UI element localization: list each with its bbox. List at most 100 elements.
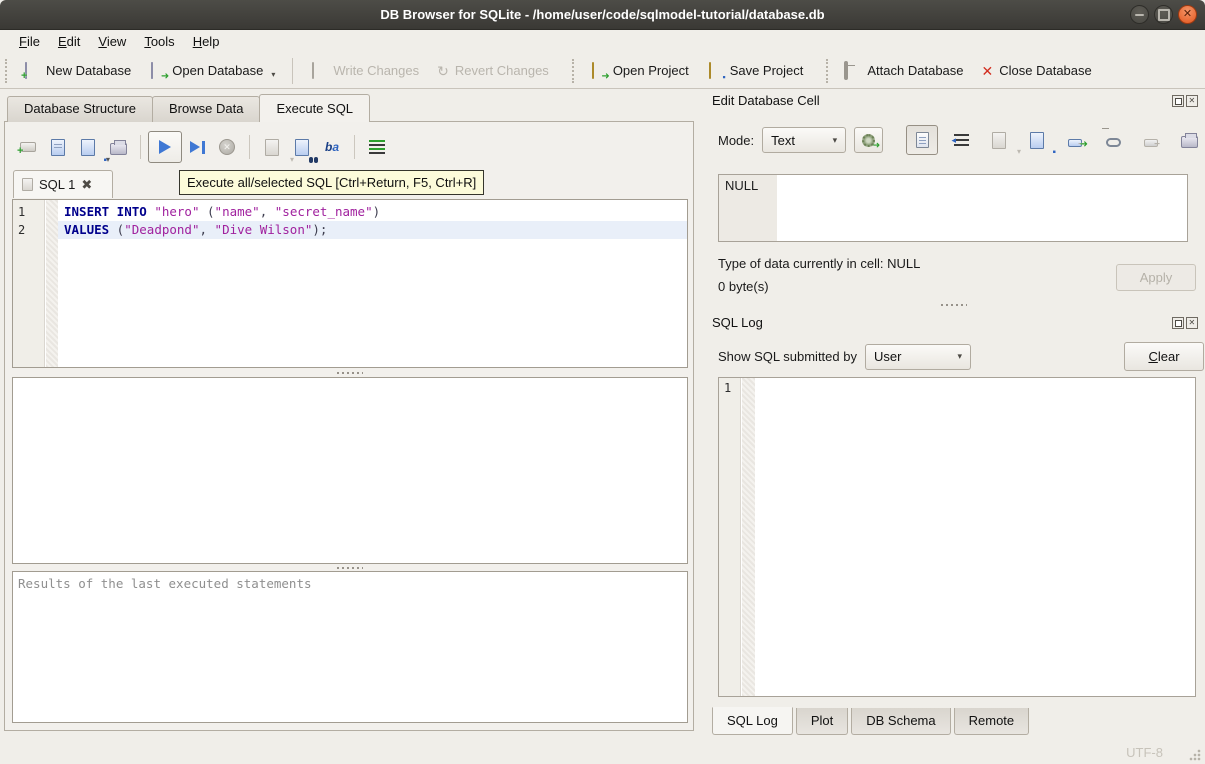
import-cell-data-button: ▾ <box>984 126 1014 154</box>
format-lines-icon <box>369 140 385 154</box>
close-panel-icon[interactable] <box>1186 95 1198 107</box>
toolbar-grip[interactable] <box>5 59 9 83</box>
tab-database-structure[interactable]: Database Structure <box>7 96 153 122</box>
log-line-gutter: 1 <box>719 378 741 696</box>
save-results-button: ▾ <box>257 132 287 162</box>
dock-tab-plot[interactable]: Plot <box>796 708 848 735</box>
mode-label: Mode: <box>718 133 754 148</box>
sql-log-filter-row: Show SQL submitted by User▾ Clear <box>718 342 1204 371</box>
dock-tab-db-schema[interactable]: DB Schema <box>851 708 950 735</box>
clear-log-button[interactable]: Clear <box>1124 342 1204 371</box>
export-cell-data-button[interactable]: ▪ <box>1022 126 1052 154</box>
menu-bar: File Edit View Tools Help <box>0 30 1205 53</box>
new-database-button[interactable]: + New Database <box>14 58 140 84</box>
results-placeholder-text: Results of the last executed statements <box>13 572 687 591</box>
auto-apply-button[interactable]: ➜ <box>854 127 883 153</box>
new-database-icon: + <box>23 63 40 79</box>
minimize-button[interactable] <box>1130 5 1149 24</box>
edit-cell-header: Edit Database Cell <box>712 93 1198 108</box>
open-project-icon: ➜ <box>590 63 607 79</box>
open-sql-file-button[interactable] <box>43 132 73 162</box>
cell-null-value: NULL <box>725 178 758 193</box>
status-bar: UTF-8 <box>0 740 1205 764</box>
float-panel-icon[interactable] <box>1172 95 1184 107</box>
format-sql-button[interactable] <box>362 132 392 162</box>
menu-help[interactable]: Help <box>184 32 229 51</box>
dock-tab-sql-log[interactable]: SQL Log <box>712 707 793 735</box>
open-database-button[interactable]: ➜ Open Database ▾ <box>140 58 284 84</box>
mode-select[interactable]: Text▾ <box>762 127 846 153</box>
execute-tooltip: Execute all/selected SQL [Ctrl+Return, F… <box>179 170 484 195</box>
cell-null-strip: NULL <box>719 175 777 241</box>
print-cell-button[interactable] <box>1174 126 1204 154</box>
tab-browse-data[interactable]: Browse Data <box>152 96 260 122</box>
float-panel-icon[interactable] <box>1172 317 1184 329</box>
tab-execute-sql[interactable]: Execute SQL <box>259 94 370 122</box>
menu-view[interactable]: View <box>89 32 135 51</box>
link-button[interactable] <box>1098 126 1128 154</box>
sql-code-editor[interactable]: 12 INSERT INTO "hero" ("name", "secret_n… <box>12 199 688 368</box>
code-line[interactable]: VALUES ("Deadpond", "Dive Wilson"); <box>58 221 687 239</box>
save-project-icon: ▪ <box>707 63 724 79</box>
sql-log-output[interactable]: 1 <box>718 377 1196 697</box>
close-sql-tab-icon[interactable]: ✖ <box>81 177 92 193</box>
find-replace-button[interactable] <box>287 132 317 162</box>
close-database-button[interactable]: ✕ Close Database <box>973 58 1101 84</box>
menu-tools[interactable]: Tools <box>135 32 183 51</box>
sql-doc-tab-label: SQL 1 <box>39 177 75 192</box>
sql-toolbar: + ▪▾ ✕ ▾ ba <box>13 130 392 164</box>
revert-changes-button: ↻ Revert Changes <box>428 58 558 84</box>
cell-value-editor[interactable]: NULL <box>718 174 1188 242</box>
results-grid-panel[interactable] <box>12 377 688 564</box>
resize-grip[interactable] <box>1189 748 1202 761</box>
open-database-icon: ➜ <box>149 63 166 79</box>
indent-icon <box>954 134 969 146</box>
title-bar[interactable]: DB Browser for SQLite - /home/user/code/… <box>0 0 1205 30</box>
right-dock: Edit Database Cell Mode: Text▾ ➜ ▾ ▪ ➜ <box>704 89 1205 740</box>
attach-database-button[interactable]: Attach Database <box>835 58 972 84</box>
toolbar-grip[interactable] <box>572 59 576 83</box>
results-message-panel[interactable]: Results of the last executed statements <box>12 571 688 723</box>
new-sql-tab-button[interactable]: + <box>13 132 43 162</box>
save-project-button[interactable]: ▪ Save Project <box>698 58 813 84</box>
execute-line-button[interactable] <box>182 132 212 162</box>
open-database-dropdown-arrow[interactable]: ▾ <box>271 70 275 79</box>
sql-document-tab[interactable]: SQL 1 ✖ <box>13 170 113 198</box>
window-title: DB Browser for SQLite - /home/user/code/… <box>380 7 824 22</box>
fold-margin <box>46 200 58 367</box>
print-sql-button[interactable] <box>103 132 133 162</box>
sql-doc-icon <box>22 178 33 191</box>
dock-tab-bar: SQL Log Plot DB Schema Remote <box>712 708 1032 735</box>
maximize-button[interactable] <box>1154 5 1173 24</box>
execute-sql-panel: + ▪▾ ✕ ▾ ba SQL 1 ✖ <box>4 121 694 731</box>
splitter-handle[interactable] <box>12 369 688 376</box>
text-view-button[interactable] <box>906 125 938 155</box>
cell-type-info: Type of data currently in cell: NULL <box>718 256 920 271</box>
autocomplete-button[interactable]: ba <box>317 132 347 162</box>
main-toolbar: + New Database ➜ Open Database ▾ Write C… <box>0 53 1205 89</box>
line-number-gutter: 12 <box>13 200 45 367</box>
close-database-icon: ✕ <box>982 63 994 79</box>
save-sql-file-button[interactable]: ▪▾ <box>73 132 103 162</box>
open-in-external-button[interactable]: ➜ <box>1060 126 1090 154</box>
execute-all-button[interactable] <box>148 131 182 163</box>
toolbar-grip[interactable] <box>826 59 830 83</box>
link-icon <box>1106 138 1121 147</box>
chevron-down-icon: ▾ <box>957 351 962 362</box>
close-panel-icon[interactable] <box>1186 317 1198 329</box>
menu-edit[interactable]: Edit <box>49 32 89 51</box>
close-button[interactable] <box>1178 5 1197 24</box>
write-changes-icon <box>310 63 327 79</box>
dock-tab-remote[interactable]: Remote <box>954 708 1030 735</box>
dock-splitter-handle[interactable] <box>814 301 1094 308</box>
play-line-icon <box>190 141 200 153</box>
word-wrap-button[interactable] <box>946 126 976 154</box>
open-project-button[interactable]: ➜ Open Project <box>581 58 698 84</box>
splitter-handle[interactable] <box>12 564 688 571</box>
code-area[interactable]: INSERT INTO "hero" ("name", "secret_name… <box>58 200 687 367</box>
menu-file[interactable]: File <box>10 32 49 51</box>
set-null-button <box>1136 126 1166 154</box>
stop-execution-button: ✕ <box>212 132 242 162</box>
code-line[interactable]: INSERT INTO "hero" ("name", "secret_name… <box>58 203 687 221</box>
sql-log-filter-select[interactable]: User▾ <box>865 344 971 370</box>
